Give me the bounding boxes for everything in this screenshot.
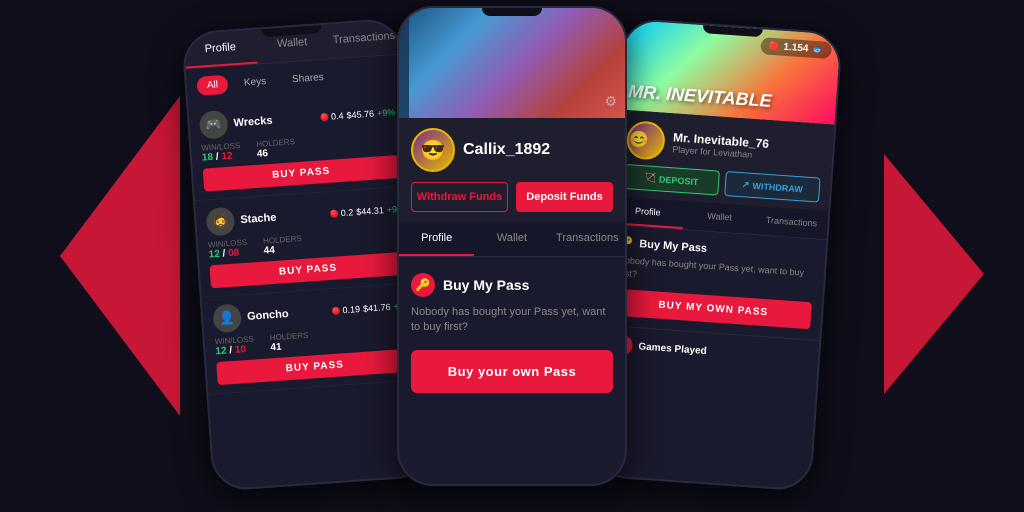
holders-wrecks: 46 bbox=[257, 146, 296, 160]
avatar-stache: 🧔 bbox=[205, 207, 235, 237]
hero-counter: 1.154 bbox=[783, 42, 809, 55]
hero-gun-visual bbox=[409, 8, 625, 118]
phones-container: Profile Wallet Transactions All Keys Sha… bbox=[177, 16, 847, 496]
right-hero: 🔴 1.154 🐟 MR. INEVITABLE bbox=[619, 20, 841, 125]
tab-transactions-right[interactable]: Transactions bbox=[755, 206, 829, 239]
avatar-wrecks: 🎮 bbox=[199, 110, 229, 140]
right-buy-own-pass-btn[interactable]: BUY MY OWN PASS bbox=[615, 289, 812, 330]
deposit-funds-btn[interactable]: Deposit Funds bbox=[516, 182, 613, 212]
games-played-label: Games Played bbox=[638, 341, 707, 357]
tab-wallet-center[interactable]: Wallet bbox=[474, 222, 549, 256]
holders-stache: 44 bbox=[263, 243, 302, 257]
player-name-wrecks: Wrecks bbox=[233, 112, 314, 130]
price-val-stache: 0.2 bbox=[340, 207, 353, 218]
center-username: Callix_1892 bbox=[463, 141, 550, 159]
phone-left: Profile Wallet Transactions All Keys Sha… bbox=[181, 17, 433, 491]
bg-triangle-right bbox=[884, 154, 984, 394]
price-dot-goncho: 🔴 bbox=[331, 306, 340, 315]
gear-icon[interactable]: ⚙ bbox=[604, 93, 617, 110]
right-content: 🔑 Buy My Pass Nobody has bought your Pas… bbox=[604, 225, 826, 340]
bmp-subtitle-center: Nobody has bought your Pass yet, want to… bbox=[411, 305, 613, 336]
price-change-wrecks: +9% bbox=[377, 107, 396, 118]
filter-all[interactable]: All bbox=[196, 75, 228, 96]
center-avatar: 😎 bbox=[411, 128, 455, 172]
winloss-stache: 12 / 08 bbox=[208, 247, 248, 261]
bmp-title-center: Buy My Pass bbox=[443, 277, 529, 293]
phone-right: 🔴 1.154 🐟 MR. INEVITABLE 😊 Mr. Inevitabl… bbox=[591, 17, 843, 491]
center-tabs: Profile Wallet Transactions bbox=[399, 222, 625, 257]
fund-buttons: Withdraw Funds Deposit Funds bbox=[399, 182, 625, 222]
deposit-label: DEPOSIT bbox=[659, 174, 699, 187]
price-usd-wrecks: $45.76 bbox=[346, 109, 374, 121]
right-avatar: 😊 bbox=[626, 120, 667, 161]
price-val-goncho: 0.19 bbox=[342, 304, 360, 315]
withdraw-icon: ↗ bbox=[742, 179, 750, 190]
avatar-goncho: 👤 bbox=[212, 303, 242, 333]
withdraw-label: WITHDRAW bbox=[752, 180, 803, 193]
filter-shares[interactable]: Shares bbox=[281, 67, 334, 90]
filter-keys[interactable]: Keys bbox=[233, 71, 276, 93]
price-dot-stache: 🔴 bbox=[330, 209, 339, 218]
player-name-goncho: Goncho bbox=[247, 305, 326, 322]
tab-transactions-center[interactable]: Transactions bbox=[550, 222, 625, 256]
withdraw-btn-right[interactable]: ↗ WITHDRAW bbox=[724, 171, 821, 203]
player-card-goncho: 👤 Goncho 🔴 0.19 $41.76 +96 WIN/LOSS 12 /… bbox=[202, 283, 424, 395]
player-name-stache: Stache bbox=[240, 208, 324, 226]
buy-own-pass-btn[interactable]: Buy your own Pass bbox=[411, 350, 613, 393]
center-profile: 😎 Callix_1892 bbox=[399, 118, 625, 182]
winloss-wrecks: 18 / 12 bbox=[202, 150, 242, 164]
price-usd-stache: $44.31 bbox=[356, 205, 384, 217]
deposit-icon: 🏹 bbox=[644, 172, 656, 184]
withdraw-funds-btn[interactable]: Withdraw Funds bbox=[411, 182, 508, 212]
price-dot-wrecks: 🔴 bbox=[320, 113, 329, 122]
phone-center: ⚙ 😎 Callix_1892 Withdraw Funds Deposit F… bbox=[397, 6, 627, 486]
key-icon-center: 🔑 bbox=[411, 273, 435, 297]
price-val-wrecks: 0.4 bbox=[331, 111, 344, 122]
price-usd-goncho: $41.76 bbox=[363, 302, 391, 314]
winloss-goncho: 12 / 10 bbox=[215, 344, 255, 358]
tab-profile-center[interactable]: Profile bbox=[399, 222, 474, 256]
center-hero: ⚙ bbox=[399, 8, 625, 118]
player-card-stache: 🧔 Stache 🔴 0.2 $44.31 +94 WIN/LOSS 12 / … bbox=[195, 186, 417, 298]
tab-wallet-right[interactable]: Wallet bbox=[683, 201, 757, 234]
buy-my-pass-section: 🔑 Buy My Pass Nobody has bought your Pas… bbox=[399, 257, 625, 409]
tab-transactions-left[interactable]: Transactions bbox=[327, 20, 401, 59]
holders-goncho: 41 bbox=[270, 340, 309, 354]
right-bmp-title-text: Buy My Pass bbox=[639, 238, 708, 255]
tab-profile-left[interactable]: Profile bbox=[183, 30, 257, 69]
player-card-wrecks: 🎮 Wrecks 🔴 0.4 $45.76 +9% WIN/LOSS 18 / … bbox=[188, 89, 410, 201]
bg-triangle-left bbox=[60, 96, 180, 416]
deposit-btn-right[interactable]: 🏹 DEPOSIT bbox=[623, 164, 720, 196]
notch-center bbox=[482, 8, 542, 16]
